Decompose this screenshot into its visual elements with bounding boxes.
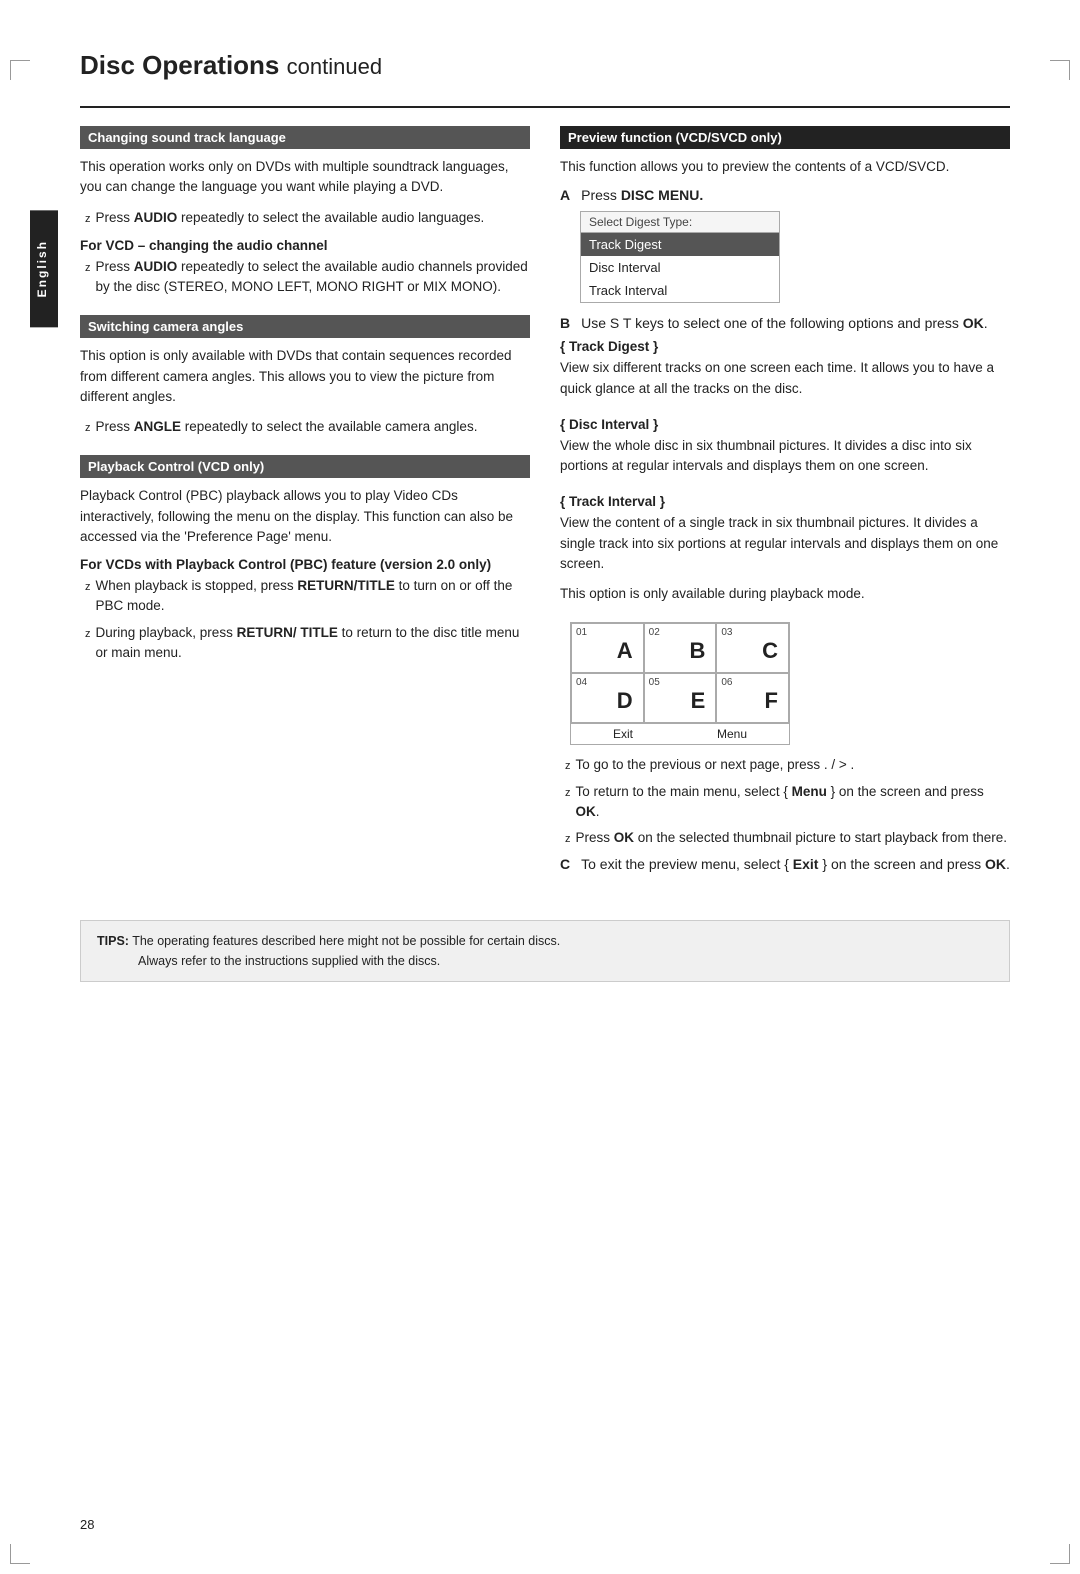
bullet-icon-6: z (565, 758, 571, 775)
bullet-return-menu: z To return to the main menu, select { M… (560, 782, 1010, 823)
section-changing-sound-body: This operation works only on DVDs with m… (80, 157, 530, 198)
track-digest-section: { Track Digest } View six different trac… (560, 339, 1010, 399)
section-header-changing-sound: Changing sound track language (80, 126, 530, 149)
bullet-press-text: Press OK on the selected thumbnail pictu… (576, 828, 1007, 848)
thumb-footer: Exit Menu (571, 723, 789, 744)
track-interval-section: { Track Interval } View the content of a… (560, 494, 1010, 604)
bullet-audio-2-text: Press AUDIO repeatedly to select the ava… (96, 257, 531, 298)
thumb-letter-5: E (691, 688, 706, 714)
thumbnail-grid: 01 A 02 B 03 C 04 D (570, 622, 790, 745)
digest-menu-title: Select Digest Type: (581, 212, 779, 233)
thumb-cell-4: 04 D (571, 673, 644, 723)
bullet-audio-1-text: Press AUDIO repeatedly to select the ava… (96, 208, 485, 228)
track-digest-header: { Track Digest } (560, 339, 1010, 354)
track-interval-body1: View the content of a single track in si… (560, 513, 1010, 574)
bullet-icon-1: z (85, 211, 91, 228)
bullet-pbc-2-text: During playback, press RETURN/ TITLE to … (96, 623, 531, 664)
section-header-camera: Switching camera angles (80, 315, 530, 338)
thumb-cell-2: 02 B (644, 623, 717, 673)
bullet-icon-8: z (565, 831, 571, 848)
bullet-return-text: To return to the main menu, select { Men… (576, 782, 1011, 823)
bullet-icon-3: z (85, 420, 91, 437)
bullet-audio-2: z Press AUDIO repeatedly to select the a… (80, 257, 530, 298)
track-interval-body2: This option is only available during pla… (560, 584, 1010, 604)
thumb-num-2: 02 (649, 627, 660, 638)
tips-label: TIPS: (97, 934, 129, 948)
thumb-footer-menu: Menu (717, 727, 747, 741)
section-preview: Preview function (VCD/SVCD only) This fu… (560, 126, 1010, 872)
thumb-letter-4: D (617, 688, 633, 714)
left-column: Changing sound track language This opera… (80, 126, 530, 890)
track-digest-body: View six different tracks on one screen … (560, 358, 1010, 399)
disc-interval-body: View the whole disc in six thumbnail pic… (560, 436, 1010, 477)
digest-item-disc-interval: Disc Interval (581, 256, 779, 279)
disc-interval-section: { Disc Interval } View the whole disc in… (560, 417, 1010, 477)
digest-item-track-interval: Track Interval (581, 279, 779, 302)
section-changing-sound: Changing sound track language This opera… (80, 126, 530, 297)
step-b-row: B Use S T keys to select one of the foll… (560, 315, 1010, 331)
bullet-goto-text: To go to the previous or next page, pres… (576, 755, 855, 775)
corner-mark-br (1050, 1544, 1070, 1564)
thumb-letter-6: F (765, 688, 778, 714)
tips-indent (97, 954, 135, 968)
thumb-letter-3: C (762, 638, 778, 664)
tips-box: TIPS: The operating features described h… (80, 920, 1010, 982)
bullet-pbc-2: z During playback, press RETURN/ TITLE t… (80, 623, 530, 664)
right-column: Preview function (VCD/SVCD only) This fu… (560, 126, 1010, 890)
step-b-label: B (560, 315, 570, 331)
bullet-goto: z To go to the previous or next page, pr… (560, 755, 1010, 775)
bullet-press-ok: z Press OK on the selected thumbnail pic… (560, 828, 1010, 848)
step-c-row: C To exit the preview menu, select { Exi… (560, 856, 1010, 872)
thumb-num-4: 04 (576, 677, 587, 688)
sub-header-vcd-pbc: For VCDs with Playback Control (PBC) fea… (80, 557, 530, 572)
corner-mark-tl (10, 60, 30, 80)
thumb-cell-5: 05 E (644, 673, 717, 723)
bullet-audio-1: z Press AUDIO repeatedly to select the a… (80, 208, 530, 228)
thumb-footer-exit: Exit (613, 727, 633, 741)
bullet-icon-2: z (85, 260, 91, 298)
bullet-pbc-1-text: When playback is stopped, press RETURN/T… (96, 576, 531, 617)
digest-menu-box: Select Digest Type: Track Digest Disc In… (580, 211, 780, 303)
page-title: Disc Operations continued (80, 50, 1010, 86)
section-switching-camera: Switching camera angles This option is o… (80, 315, 530, 437)
track-interval-header: { Track Interval } (560, 494, 1010, 509)
bullet-icon-4: z (85, 579, 91, 617)
thumb-num-1: 01 (576, 627, 587, 638)
corner-mark-bl (10, 1544, 30, 1564)
bullet-angle-text: Press ANGLE repeatedly to select the ava… (96, 417, 478, 437)
section-preview-body: This function allows you to preview the … (560, 157, 1010, 177)
thumb-cell-6: 06 F (716, 673, 789, 723)
bullet-pbc-1: z When playback is stopped, press RETURN… (80, 576, 530, 617)
digest-item-track-digest: Track Digest (581, 233, 779, 256)
thumb-letter-1: A (617, 638, 633, 664)
tips-line2: Always refer to the instructions supplie… (138, 954, 440, 968)
section-playback-control: Playback Control (VCD only) Playback Con… (80, 455, 530, 663)
section-header-playback: Playback Control (VCD only) (80, 455, 530, 478)
step-a-label: A (560, 187, 570, 203)
thumb-cell-3: 03 C (716, 623, 789, 673)
thumb-num-6: 06 (721, 677, 732, 688)
thumb-letter-2: B (689, 638, 705, 664)
sub-header-vcd-audio: For VCD – changing the audio channel (80, 238, 530, 253)
section-camera-body: This option is only available with DVDs … (80, 346, 530, 407)
section-playback-body: Playback Control (PBC) playback allows y… (80, 486, 530, 547)
disc-interval-header: { Disc Interval } (560, 417, 1010, 432)
page-number: 28 (80, 1517, 94, 1532)
corner-mark-tr (1050, 60, 1070, 80)
section-header-preview: Preview function (VCD/SVCD only) (560, 126, 1010, 149)
thumb-cell-1: 01 A (571, 623, 644, 673)
thumb-num-5: 05 (649, 677, 660, 688)
english-tab: English (30, 210, 58, 327)
step-b-text: Use S T keys to select one of the follow… (581, 315, 987, 331)
step-a-row: A Press DISC MENU. (560, 187, 1010, 203)
bullet-icon-7: z (565, 785, 571, 823)
thumb-num-3: 03 (721, 627, 732, 638)
tips-line1: The operating features described here mi… (132, 934, 560, 948)
step-a-text: Press DISC MENU. (581, 187, 703, 203)
step-c-text: To exit the preview menu, select { Exit … (581, 856, 1010, 872)
bullet-icon-5: z (85, 626, 91, 664)
bullet-angle: z Press ANGLE repeatedly to select the a… (80, 417, 530, 437)
step-c-label: C (560, 856, 570, 872)
